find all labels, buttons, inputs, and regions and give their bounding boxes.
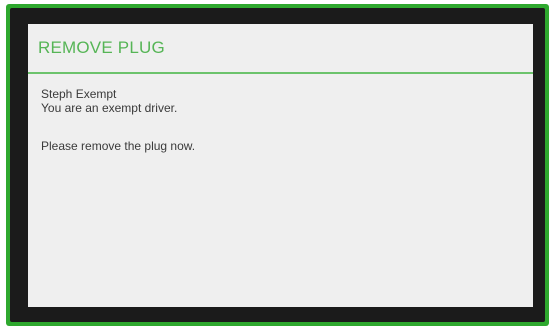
dialog-header: REMOVE PLUG	[28, 24, 533, 74]
remove-plug-dialog: REMOVE PLUG Steph Exempt You are an exem…	[28, 24, 533, 307]
dialog-title: REMOVE PLUG	[38, 38, 165, 57]
driver-name: Steph Exempt	[41, 87, 117, 101]
screen-bezel: REMOVE PLUG Steph Exempt You are an exem…	[10, 8, 545, 322]
remove-plug-instruction: Please remove the plug now.	[41, 139, 196, 153]
device-frame: REMOVE PLUG Steph Exempt You are an exem…	[6, 4, 549, 326]
dialog-body: Steph Exempt You are an exempt driver. P…	[41, 87, 521, 153]
driver-status-message: You are an exempt driver.	[41, 101, 178, 115]
